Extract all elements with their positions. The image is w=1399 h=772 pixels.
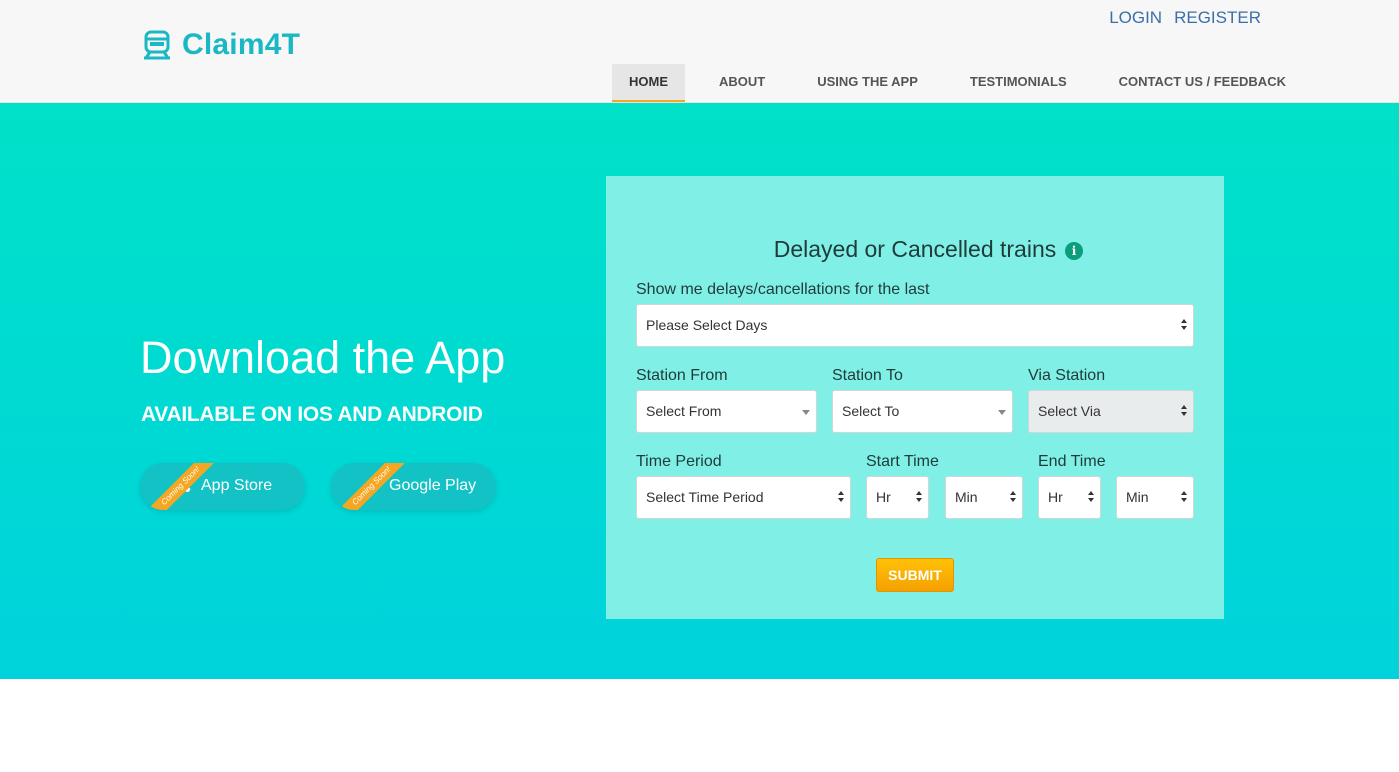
register-link[interactable]: REGISTER	[1174, 8, 1261, 28]
login-link[interactable]: LOGIN	[1109, 8, 1162, 28]
start-minute-select[interactable]: Min	[945, 476, 1023, 519]
chevron-down-icon	[998, 410, 1006, 415]
brand-name: Claim4T	[182, 28, 301, 61]
hero-title: Download the App	[140, 332, 506, 383]
hero-section: Download the App AVAILABLE ON IOS AND AN…	[0, 103, 1399, 679]
app-store-label: App Store	[201, 477, 273, 494]
start-hour-value: Hr	[876, 489, 891, 505]
brand-logo[interactable]: Claim4T	[140, 28, 300, 62]
train-icon	[144, 30, 170, 60]
station-to-label: Station To	[832, 367, 903, 384]
start-time-label: Start Time	[866, 453, 939, 470]
hero-subtitle: AVAILABLE ON IOS AND ANDROID	[141, 403, 483, 426]
select-arrows-icon	[1181, 491, 1187, 505]
end-hour-select[interactable]: Hr	[1038, 476, 1101, 519]
nav-contact-feedback[interactable]: CONTACT US / FEEDBACK	[1102, 64, 1303, 102]
via-station-value: Select Via	[1038, 403, 1101, 419]
time-period-value: Select Time Period	[646, 489, 764, 505]
days-select-value: Please Select Days	[646, 317, 768, 333]
select-arrows-icon	[1181, 405, 1187, 419]
via-station-select[interactable]: Select Via	[1028, 390, 1194, 433]
station-to-select[interactable]: Select To	[832, 390, 1013, 433]
delay-search-form: Delayed or Cancelled trains i Show me de…	[606, 176, 1224, 619]
station-to-value: Select To	[842, 403, 900, 419]
station-from-label: Station From	[636, 367, 728, 384]
nav-about[interactable]: ABOUT	[702, 64, 782, 102]
google-play-button[interactable]: Google Play Coming Soon!	[331, 463, 496, 510]
start-minute-value: Min	[955, 489, 978, 505]
auth-links: LOGIN REGISTER	[1109, 8, 1261, 28]
via-station-label: Via Station	[1028, 367, 1106, 384]
site-header: Claim4T LOGIN REGISTER HOME ABOUT USING …	[0, 0, 1399, 103]
days-select[interactable]: Please Select Days	[636, 304, 1194, 347]
select-arrows-icon	[1010, 491, 1016, 505]
info-icon[interactable]: i	[1065, 242, 1083, 260]
chevron-down-icon	[802, 410, 810, 415]
time-period-label: Time Period	[636, 453, 722, 470]
nav-using-the-app[interactable]: USING THE APP	[800, 64, 935, 102]
end-hour-value: Hr	[1048, 489, 1063, 505]
submit-button[interactable]: SUBMIT	[876, 558, 954, 592]
start-hour-select[interactable]: Hr	[866, 476, 929, 519]
select-arrows-icon	[916, 491, 922, 505]
end-time-label: End Time	[1038, 453, 1106, 470]
station-from-value: Select From	[646, 403, 722, 419]
main-nav: HOME ABOUT USING THE APP TESTIMONIALS CO…	[612, 64, 1303, 102]
select-arrows-icon	[1088, 491, 1094, 505]
days-label: Show me delays/cancellations for the las…	[636, 281, 930, 298]
end-minute-select[interactable]: Min	[1116, 476, 1194, 519]
station-from-select[interactable]: Select From	[636, 390, 817, 433]
nav-testimonials[interactable]: TESTIMONIALS	[953, 64, 1084, 102]
select-arrows-icon	[1181, 319, 1187, 333]
google-play-label: Google Play	[389, 477, 477, 494]
select-arrows-icon	[838, 491, 844, 505]
app-store-button[interactable]: App Store Coming Soon!	[140, 463, 305, 510]
time-period-select[interactable]: Select Time Period	[636, 476, 851, 519]
form-title: Delayed or Cancelled trains	[773, 236, 1057, 262]
end-minute-value: Min	[1126, 489, 1149, 505]
nav-home[interactable]: HOME	[612, 64, 685, 102]
